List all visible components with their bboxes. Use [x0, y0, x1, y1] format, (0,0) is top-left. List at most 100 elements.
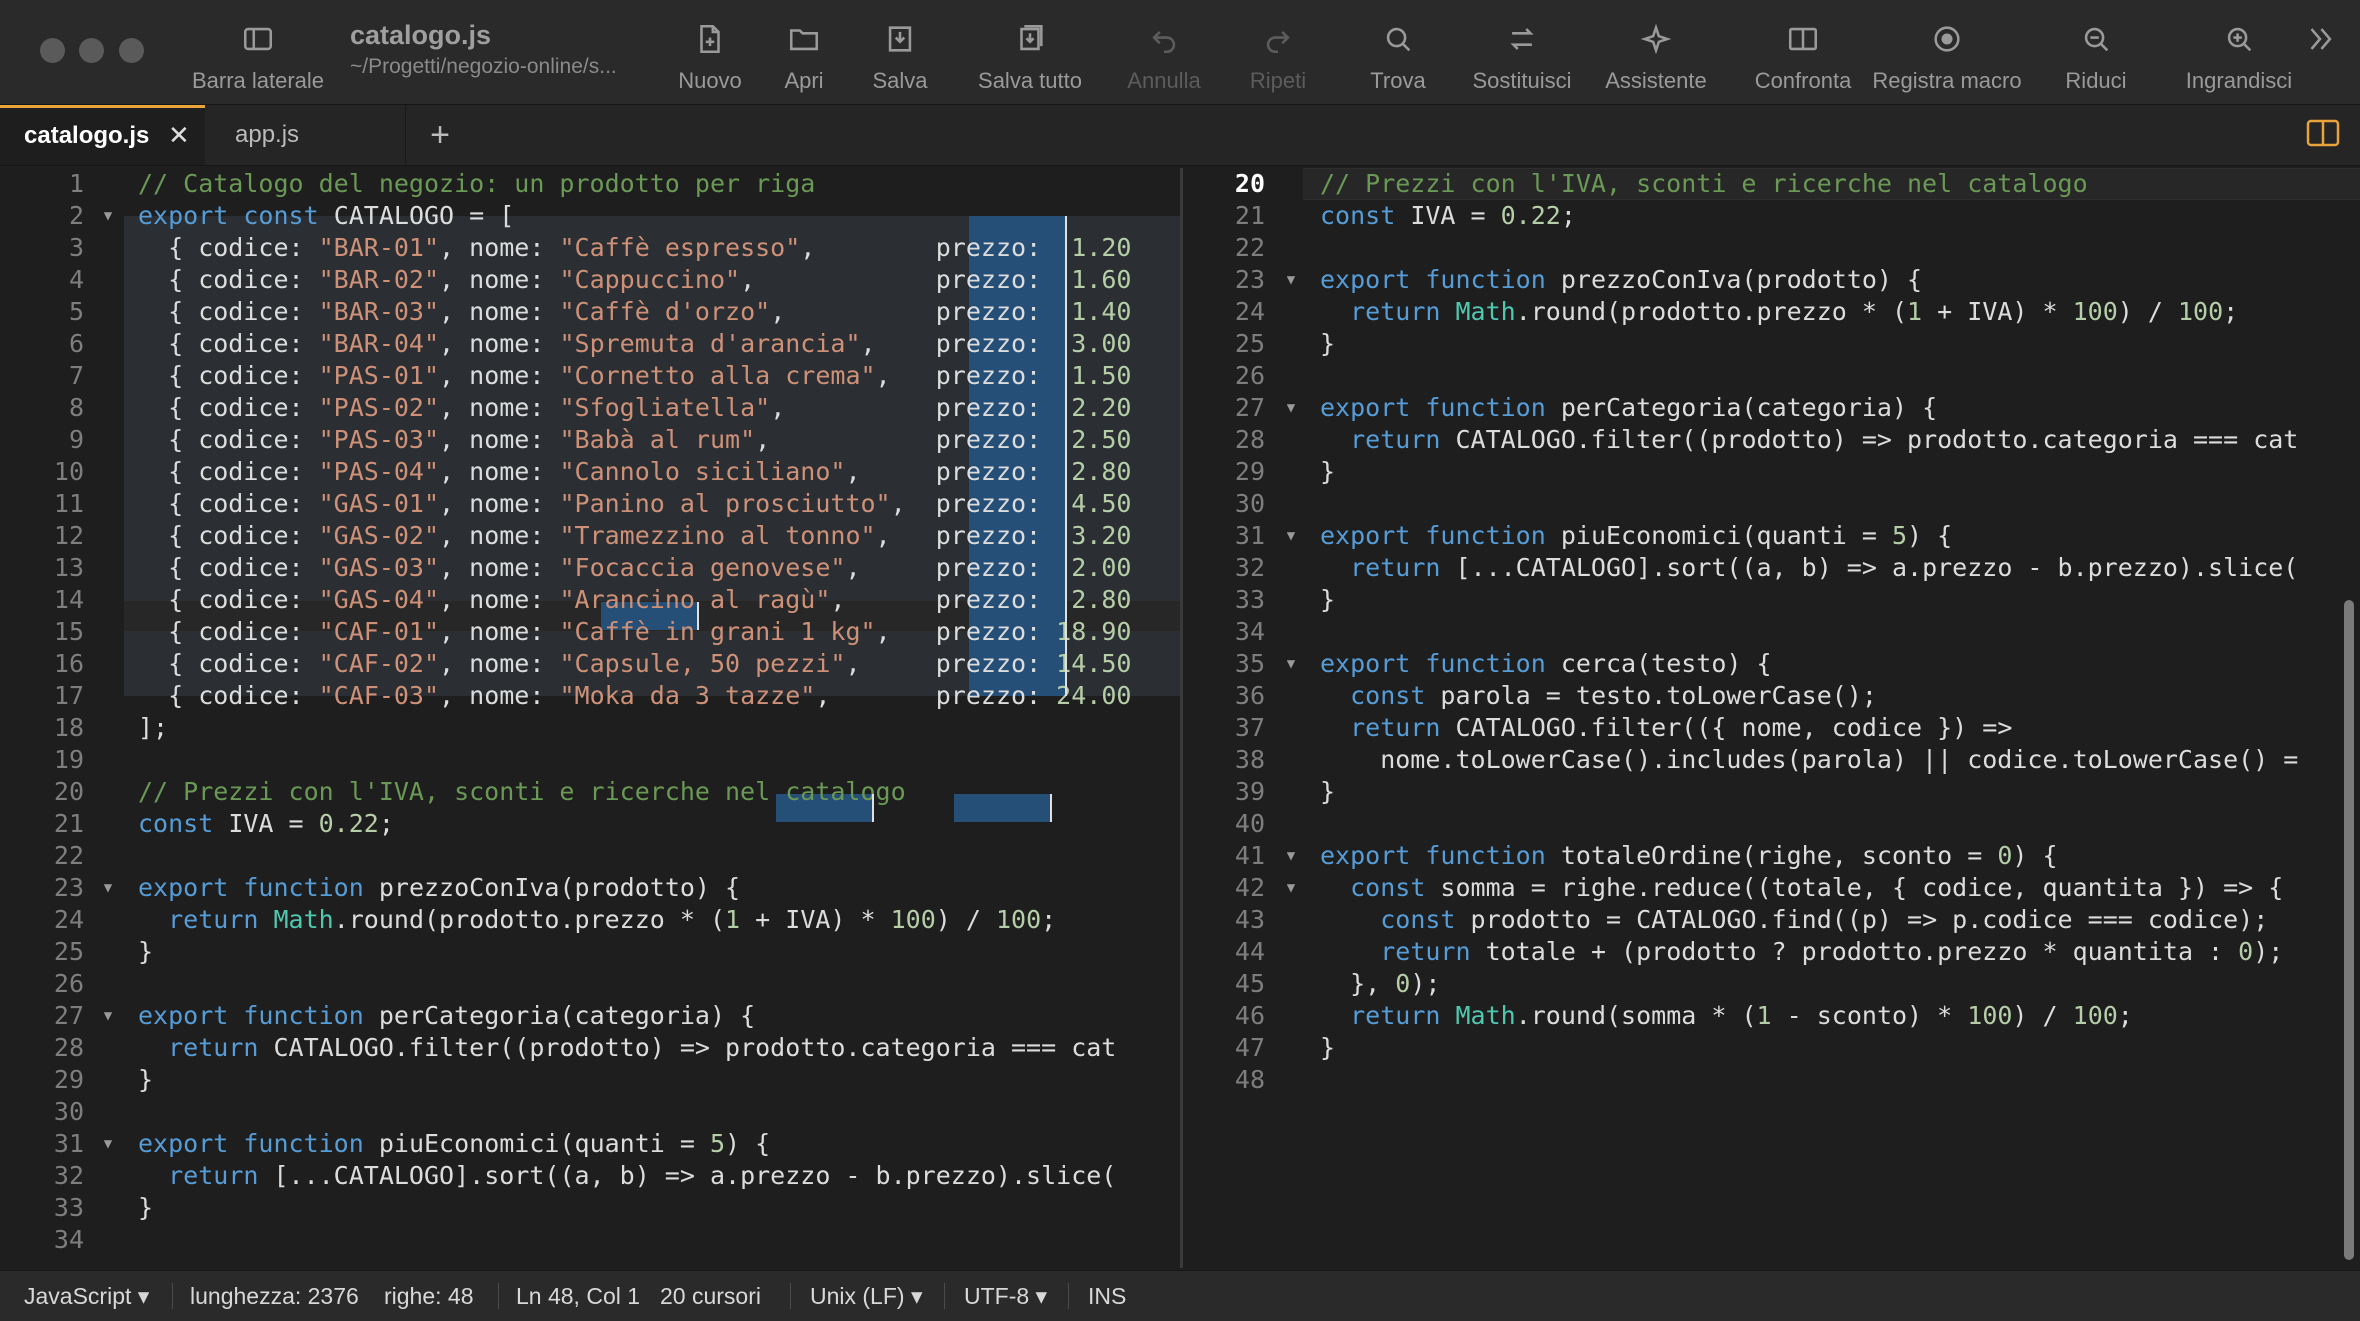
code-line[interactable]: 43 const prodotto = CATALOGO.find((p) =>… — [1183, 904, 2360, 936]
code-line[interactable]: 26 — [0, 968, 1180, 1000]
ripeti-button[interactable]: Ripeti — [1232, 18, 1324, 100]
code-line[interactable]: 26 — [1183, 360, 2360, 392]
tab-catalogo-js[interactable]: catalogo.js ✕ — [0, 105, 205, 165]
code-line[interactable]: 6 { codice: "BAR-04", nome: "Spremuta d'… — [0, 328, 1180, 360]
riduci-button[interactable]: Riduci — [2064, 18, 2128, 100]
sidebar-toggle-button[interactable]: Barra laterale — [185, 18, 331, 100]
fold-arrow-icon[interactable]: ▼ — [1283, 392, 1299, 424]
code-line[interactable]: 24 return Math.round(prodotto.prezzo * (… — [0, 904, 1180, 936]
code-line[interactable]: 23 ▼ export function prezzoConIva(prodotto… — [0, 872, 1180, 904]
split-view-button[interactable] — [2306, 118, 2340, 148]
sostituisci-button[interactable]: Sostituisci — [1462, 18, 1582, 100]
code-line[interactable]: 42 ▼ const somma = righe.reduce((totale, … — [1183, 872, 2360, 904]
close-window-button[interactable] — [40, 38, 65, 63]
vertical-scrollbar[interactable] — [2344, 600, 2354, 1260]
code-line[interactable]: 48 — [1183, 1064, 2360, 1096]
code-line[interactable]: 13 { codice: "GAS-03", nome: "Focaccia g… — [0, 552, 1180, 584]
new-tab-button[interactable]: + — [422, 113, 458, 157]
code-line[interactable]: 46 return Math.round(somma * (1 - sconto… — [1183, 1000, 2360, 1032]
code-line[interactable]: 25} — [0, 936, 1180, 968]
code-line[interactable]: 35 ▼ export function cerca(testo) { — [1183, 648, 2360, 680]
code-line[interactable]: 28 return CATALOGO.filter((prodotto) => … — [0, 1032, 1180, 1064]
code-line[interactable]: 39} — [1183, 776, 2360, 808]
code-line[interactable]: 21 const IVA = 0.22; — [0, 808, 1180, 840]
code-line[interactable]: 32 return [...CATALOGO].sort((a, b) => a… — [1183, 552, 2360, 584]
code-line[interactable]: 29} — [0, 1064, 1180, 1096]
code-line[interactable]: 29} — [1183, 456, 2360, 488]
salva-tutto-button[interactable]: Salva tutto — [960, 18, 1100, 100]
code-line[interactable]: 4 { codice: "BAR-02", nome: "Cappuccino"… — [0, 264, 1180, 296]
code-line[interactable]: 9 { codice: "PAS-03", nome: "Babà al rum… — [0, 424, 1180, 456]
fold-arrow-icon[interactable]: ▼ — [1283, 520, 1299, 552]
code-line[interactable]: 11 { codice: "GAS-01", nome: "Panino al … — [0, 488, 1180, 520]
code-line[interactable]: 2 ▼ export const CATALOGO = [ — [0, 200, 1180, 232]
code-line[interactable]: 10 { codice: "PAS-04", nome: "Cannolo si… — [0, 456, 1180, 488]
code-line[interactable]: 21 const IVA = 0.22; — [1183, 200, 2360, 232]
code-line[interactable]: 19 — [0, 744, 1180, 776]
code-line[interactable]: 38 nome.toLowerCase().includes(parola) |… — [1183, 744, 2360, 776]
code-line[interactable]: 5 { codice: "BAR-03", nome: "Caffè d'orz… — [0, 296, 1180, 328]
line-ending-selector[interactable]: Unix (LF) ▾ — [810, 1271, 923, 1321]
confronta-button[interactable]: Confronta — [1748, 18, 1858, 100]
code-line[interactable]: 14 { codice: "GAS-04", nome: "Arancino a… — [0, 584, 1180, 616]
code-line[interactable]: 30 — [0, 1096, 1180, 1128]
close-tab-icon[interactable]: ✕ — [168, 108, 190, 163]
code-line[interactable]: 22 — [0, 840, 1180, 872]
code-line[interactable]: 18]; — [0, 712, 1180, 744]
fold-arrow-icon[interactable]: ▼ — [1283, 840, 1299, 872]
code-line[interactable]: 37 return CATALOGO.filter(({ nome, codic… — [1183, 712, 2360, 744]
code-line[interactable]: 36 const parola = testo.toLowerCase(); — [1183, 680, 2360, 712]
salva-button[interactable]: Salva — [852, 18, 948, 100]
code-line[interactable]: 25} — [1183, 328, 2360, 360]
code-line[interactable]: 34 — [1183, 616, 2360, 648]
code-line[interactable]: 33} — [1183, 584, 2360, 616]
fold-arrow-icon[interactable]: ▼ — [100, 872, 116, 904]
code-line[interactable]: 45 }, 0); — [1183, 968, 2360, 1000]
code-line[interactable]: 17 { codice: "CAF-03", nome: "Moka da 3 … — [0, 680, 1180, 712]
registra-macro-button[interactable]: Registra macro — [1868, 18, 2026, 100]
toolbar-overflow-button[interactable] — [2298, 18, 2342, 100]
code-line[interactable]: 24 return Math.round(prodotto.prezzo * (… — [1183, 296, 2360, 328]
code-line[interactable]: 3 { codice: "BAR-01", nome: "Caffè espre… — [0, 232, 1180, 264]
code-line[interactable]: 15 { codice: "CAF-01", nome: "Caffè in g… — [0, 616, 1180, 648]
code-line[interactable]: 44 return totale + (prodotto ? prodotto.… — [1183, 936, 2360, 968]
input-mode[interactable]: INS — [1088, 1271, 1126, 1321]
code-line[interactable]: 27 ▼ export function perCategoria(categori… — [1183, 392, 2360, 424]
tab-app-js[interactable]: app.js — [205, 105, 406, 165]
apri-button[interactable]: Apri — [772, 18, 836, 100]
code-line[interactable]: 31 ▼ export function piuEconomici(quanti =… — [1183, 520, 2360, 552]
cursor-position[interactable]: Ln 48, Col 1 — [516, 1271, 640, 1321]
trova-button[interactable]: Trova — [1360, 18, 1436, 100]
annulla-button[interactable]: Annulla — [1118, 18, 1210, 100]
code-line[interactable]: 33} — [0, 1192, 1180, 1224]
code-line[interactable]: 30 — [1183, 488, 2360, 520]
encoding-selector[interactable]: UTF-8 ▾ — [964, 1271, 1047, 1321]
code-line[interactable]: 22 — [1183, 232, 2360, 264]
fold-arrow-icon[interactable]: ▼ — [100, 1128, 116, 1160]
code-line[interactable]: 47} — [1183, 1032, 2360, 1064]
fold-arrow-icon[interactable]: ▼ — [1283, 872, 1299, 904]
fold-arrow-icon[interactable]: ▼ — [100, 1000, 116, 1032]
code-line[interactable]: 20 // Prezzi con l'IVA, sconti e ricerche… — [0, 776, 1180, 808]
code-line[interactable]: 28 return CATALOGO.filter((prodotto) => … — [1183, 424, 2360, 456]
code-line[interactable]: 40 — [1183, 808, 2360, 840]
code-line[interactable]: 31 ▼ export function piuEconomici(quanti =… — [0, 1128, 1180, 1160]
code-line[interactable]: 20 // Prezzi con l'IVA, sconti e ricerche… — [1183, 168, 2360, 200]
code-line[interactable]: 12 { codice: "GAS-02", nome: "Tramezzino… — [0, 520, 1180, 552]
nuovo-button[interactable]: Nuovo — [672, 18, 748, 100]
language-selector[interactable]: JavaScript ▾ — [24, 1271, 149, 1321]
code-line[interactable]: 7 { codice: "PAS-01", nome: "Cornetto al… — [0, 360, 1180, 392]
code-line[interactable]: 23 ▼ export function prezzoConIva(prodotto… — [1183, 264, 2360, 296]
code-line[interactable]: 8 { codice: "PAS-02", nome: "Sfogliatell… — [0, 392, 1180, 424]
code-line[interactable]: 1 // Catalogo del negozio: un prodotto pe… — [0, 168, 1180, 200]
code-line[interactable]: 16 { codice: "CAF-02", nome: "Capsule, 5… — [0, 648, 1180, 680]
code-line[interactable]: 32 return [...CATALOGO].sort((a, b) => a… — [0, 1160, 1180, 1192]
zoom-window-button[interactable] — [119, 38, 144, 63]
code-line[interactable]: 41 ▼ export function totaleOrdine(righe, s… — [1183, 840, 2360, 872]
fold-arrow-icon[interactable]: ▼ — [100, 200, 116, 232]
editor-right[interactable]: 20 // Prezzi con l'IVA, sconti e ricerche… — [1183, 168, 2360, 1268]
fold-arrow-icon[interactable]: ▼ — [1283, 648, 1299, 680]
editor-left[interactable]: 1 // Catalogo del negozio: un prodotto pe… — [0, 168, 1180, 1268]
code-line[interactable]: 27 ▼ export function perCategoria(categori… — [0, 1000, 1180, 1032]
minimize-window-button[interactable] — [79, 38, 104, 63]
